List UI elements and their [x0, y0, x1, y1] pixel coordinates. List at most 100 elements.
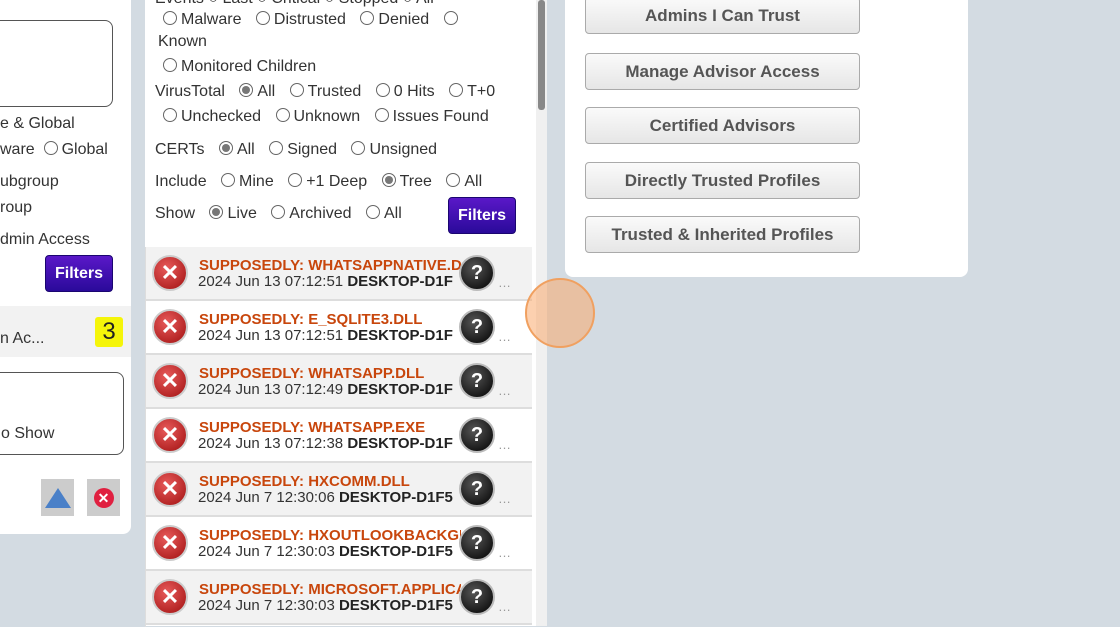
event-host: DESKTOP-D1F: [347, 327, 453, 344]
text-box[interactable]: [0, 20, 113, 107]
right-panel: Admins I Can Trust Manage Advisor Access…: [565, 0, 968, 277]
event-host: DESKTOP-D1F: [347, 273, 453, 290]
radio-vt-t0[interactable]: [449, 83, 464, 97]
event-row[interactable]: ✕ SUPPOSEDLY: WHATSAPP.EXE 2024 Jun 13 0…: [146, 409, 532, 463]
event-host: DESKTOP-D1F: [347, 435, 453, 452]
triangle-up-icon: [44, 487, 71, 508]
radio-label: 0 Hits: [393, 83, 435, 100]
radio-certs-signed[interactable]: [269, 141, 284, 155]
list-item[interactable]: n Ac... 3: [0, 306, 131, 357]
collapse-up-button[interactable]: [41, 479, 74, 516]
event-title: SUPPOSEDLY: HXCOMM.DLL: [199, 473, 410, 490]
certs-row: CERTs All Signed Unsigned: [155, 141, 437, 159]
show-box[interactable]: o Show: [0, 372, 124, 455]
event-details: 2024 Jun 13 07:12:49 DESKTOP-D1F: [198, 381, 462, 398]
event-host: DESKTOP-D1F: [347, 381, 453, 398]
events-row: Events ○ Last ○ Critical ○ Stopped ○ All: [155, 0, 434, 8]
ellipsis: …: [498, 437, 511, 452]
radio-label: Issues Found: [392, 108, 489, 125]
radio-label: Signed: [287, 141, 338, 158]
ellipsis: …: [498, 599, 511, 614]
event-time: 2024 Jun 13 07:12:49: [198, 381, 344, 398]
virustotal-row: VirusTotal All Trusted 0 Hits T+0: [155, 83, 495, 101]
filters-button[interactable]: Filters: [45, 255, 113, 292]
error-x-icon: ✕: [152, 525, 188, 561]
event-row[interactable]: ✕ SUPPOSEDLY: WHATSAPPNATIVE.DLL 2024 Ju…: [146, 247, 532, 301]
radio-include-mine[interactable]: [221, 173, 236, 187]
radio-vt-unchecked[interactable]: [163, 108, 177, 122]
event-time: 2024 Jun 13 07:12:51: [198, 273, 344, 290]
radio-distrusted[interactable]: [255, 11, 270, 25]
event-time: 2024 Jun 7 12:30:03: [198, 543, 335, 560]
help-question-icon[interactable]: ?: [459, 363, 495, 399]
admins-i-can-trust-button[interactable]: Admins I Can Trust: [585, 0, 860, 34]
scope-label: e & Global: [0, 115, 75, 132]
radio-label: Archived: [289, 205, 352, 222]
radio-label: All: [236, 141, 255, 158]
radio-vt-all[interactable]: [239, 83, 254, 97]
help-question-icon[interactable]: ?: [459, 417, 495, 453]
radio-vt-unknown[interactable]: [275, 108, 290, 122]
event-row[interactable]: ✕ SUPPOSEDLY: WHATSAPP.DLL 2024 Jun 13 0…: [146, 355, 532, 409]
radio-monitored[interactable]: [163, 58, 177, 72]
event-list: ✕ SUPPOSEDLY: WHATSAPPNATIVE.DLL 2024 Ju…: [145, 247, 532, 627]
radio-show-archived[interactable]: [271, 205, 286, 219]
trusted-inherited-profiles-button[interactable]: Trusted & Inherited Profiles: [585, 216, 860, 253]
radio-label: Malware: [181, 11, 242, 28]
events-options: Malware Distrusted Denied: [163, 11, 462, 29]
radio-label: All: [464, 173, 483, 190]
radio-label: Unchecked: [181, 108, 262, 125]
directly-trusted-profiles-button[interactable]: Directly Trusted Profiles: [585, 162, 860, 199]
help-question-icon[interactable]: ?: [459, 309, 495, 345]
virustotal-row-2: Unchecked Unknown Issues Found: [163, 108, 489, 126]
radio-label: Global: [61, 141, 108, 158]
help-question-icon[interactable]: ?: [459, 255, 495, 291]
event-row[interactable]: ✕ SUPPOSEDLY: E_SQLITE3.DLL 2024 Jun 13 …: [146, 301, 532, 355]
radio-include-deep[interactable]: [288, 173, 303, 187]
radio-denied[interactable]: [360, 11, 375, 25]
event-row[interactable]: ✕ SUPPOSEDLY: MICROSOFT.APPLICATION 2024…: [146, 571, 532, 625]
radio-label: Known: [158, 33, 207, 50]
event-details: 2024 Jun 7 12:30:06 DESKTOP-D1F5: [198, 489, 462, 506]
manage-advisor-access-button[interactable]: Manage Advisor Access: [585, 53, 860, 90]
radio-certs-unsigned[interactable]: [351, 141, 366, 155]
radio-include-tree[interactable]: [381, 173, 396, 187]
help-question-icon[interactable]: ?: [459, 579, 495, 615]
radio-show-live[interactable]: [209, 205, 224, 219]
ellipsis: …: [498, 383, 511, 398]
event-row[interactable]: ✕ SUPPOSEDLY: HXOUTLOOKBACKGROUNDHOST 20…: [146, 517, 532, 571]
event-details: 2024 Jun 13 07:12:38 DESKTOP-D1F: [198, 435, 462, 452]
radio-include-all[interactable]: [446, 173, 461, 187]
error-x-icon: ✕: [152, 417, 188, 453]
radio-label: Unsigned: [369, 141, 438, 158]
event-time: 2024 Jun 13 07:12:38: [198, 435, 344, 452]
event-row[interactable]: ✕ SUPPOSEDLY: HXCOMM.DLL 2024 Jun 7 12:3…: [146, 463, 532, 517]
group-label: roup: [0, 199, 33, 216]
show-text: o Show: [1, 425, 55, 442]
radio-show-all[interactable]: [366, 205, 380, 219]
radio-certs-all[interactable]: [218, 141, 233, 155]
ellipsis: …: [498, 275, 511, 290]
radio-vt-trusted[interactable]: [289, 83, 304, 97]
event-details: 2024 Jun 7 12:30:03 DESKTOP-D1F5: [198, 597, 462, 614]
radio-label: Distrusted: [273, 11, 346, 28]
radio-known[interactable]: [443, 11, 458, 25]
radio-label: Unknown: [293, 108, 361, 125]
error-x-icon: ✕: [152, 579, 188, 615]
event-host: DESKTOP-D1F5: [338, 597, 453, 614]
radio-vt-0hits[interactable]: [375, 83, 390, 97]
event-host: DESKTOP-D1F5: [338, 543, 453, 560]
help-question-icon[interactable]: ?: [459, 525, 495, 561]
radio-vt-issues[interactable]: [374, 108, 389, 122]
scrollbar-thumb[interactable]: [538, 0, 545, 110]
radio-label: Tree: [399, 173, 432, 190]
close-button[interactable]: ✕: [87, 479, 120, 516]
certified-advisors-button[interactable]: Certified Advisors: [585, 107, 860, 144]
help-question-icon[interactable]: ?: [459, 471, 495, 507]
radio-global[interactable]: [43, 141, 58, 155]
apply-filters-button[interactable]: Filters: [448, 197, 516, 234]
radio-malware[interactable]: [163, 11, 177, 25]
radio-label: Live: [227, 205, 257, 222]
include-label: Include: [155, 173, 207, 190]
cursor-indicator: [525, 278, 595, 348]
